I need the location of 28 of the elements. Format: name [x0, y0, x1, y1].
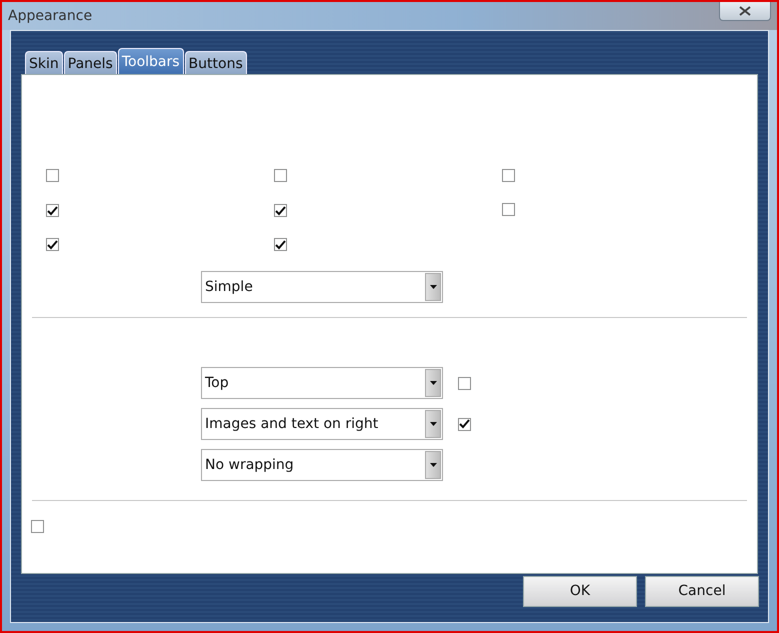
caret-icon: [430, 463, 436, 467]
checkbox[interactable]: [458, 418, 471, 430]
caret-icon: [430, 422, 436, 426]
caret-icon: [430, 285, 436, 289]
close-button[interactable]: [719, 2, 771, 21]
checkbox[interactable]: [46, 204, 59, 217]
tab[interactable]: Skin: [25, 51, 63, 74]
checkbox[interactable]: [46, 238, 59, 251]
close-icon: [739, 6, 751, 16]
checkbox[interactable]: [502, 168, 515, 182]
checkbox[interactable]: [502, 202, 515, 216]
dialog-button[interactable]: OK: [523, 576, 637, 607]
checkbox[interactable]: [274, 238, 287, 251]
dropdown[interactable]: Top: [201, 367, 443, 399]
tab[interactable]: Panels: [64, 51, 117, 74]
dialog-button[interactable]: Cancel: [645, 576, 759, 607]
window-title: Appearance: [8, 7, 92, 26]
dropdown[interactable]: Images and text on right: [201, 408, 443, 440]
tab[interactable]: Buttons: [184, 51, 247, 74]
dropdown[interactable]: No wrapping: [201, 449, 443, 481]
checkbox[interactable]: [46, 168, 59, 182]
caret-icon: [430, 381, 436, 385]
checkbox[interactable]: [458, 376, 471, 390]
checkbox[interactable]: [274, 168, 287, 182]
tab[interactable]: Toolbars: [118, 48, 184, 74]
dropdown[interactable]: Simple: [201, 271, 443, 303]
checkbox[interactable]: [274, 204, 287, 217]
checkbox[interactable]: [31, 520, 44, 533]
